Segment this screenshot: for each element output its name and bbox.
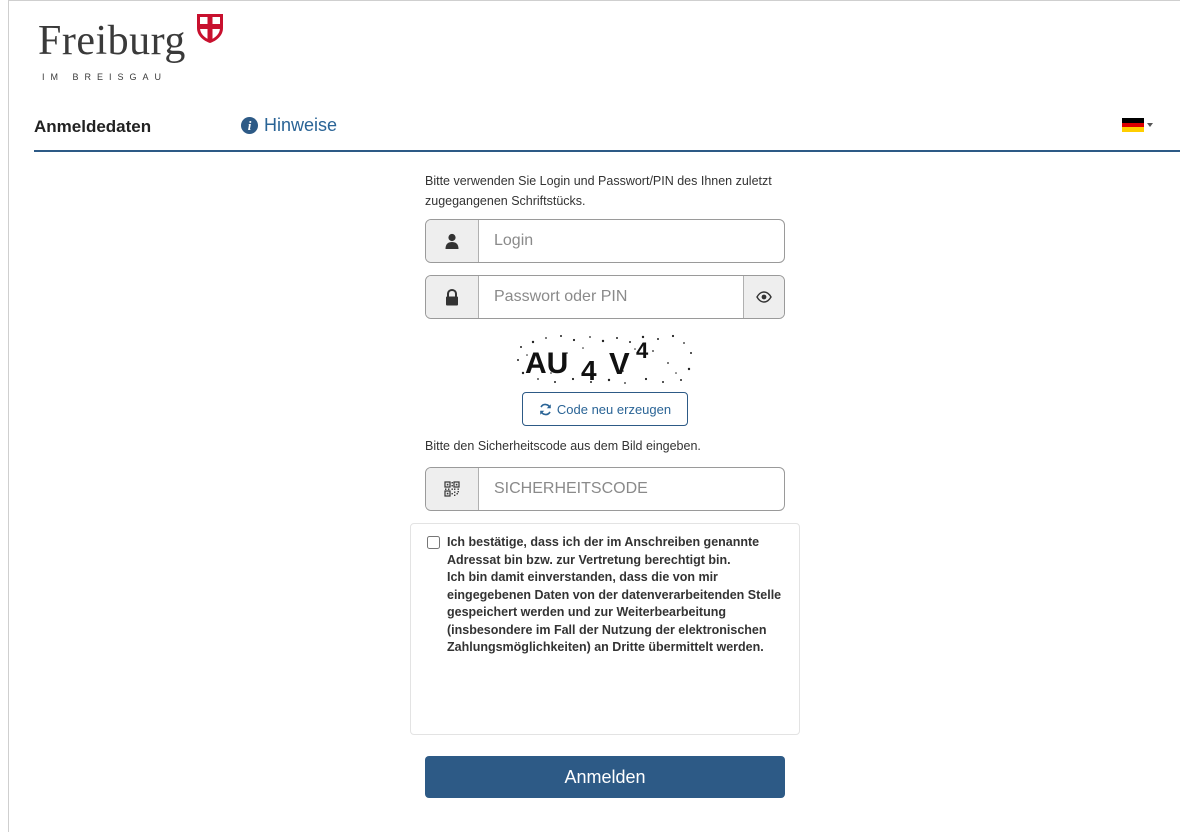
login-instructions: Bitte verwenden Sie Login und Passwort/P…: [425, 174, 772, 208]
consent-text[interactable]: Ich bestätige, dass ich der im Anschreib…: [447, 534, 797, 657]
coat-of-arms-icon: [197, 14, 223, 43]
consent-checkbox[interactable]: [427, 536, 440, 549]
window-border-top: [8, 0, 1180, 1]
consent-text-2: Ich bin damit einverstanden, dass die vo…: [447, 570, 782, 654]
login-input[interactable]: [479, 220, 784, 262]
info-icon: i: [241, 117, 258, 134]
show-password-button[interactable]: [743, 276, 784, 318]
refresh-captcha-label: Code neu erzeugen: [556, 401, 672, 417]
logo-subtitle: IM BREISGAU: [42, 72, 168, 82]
tab-hinweise-label: Hinweise: [264, 115, 338, 135]
german-flag-icon: [1122, 118, 1144, 133]
tab-anmeldedaten[interactable]: Anmeldedaten: [34, 117, 151, 137]
chevron-down-icon: [1147, 123, 1153, 127]
svg-text:4: 4: [581, 355, 597, 385]
captcha-image: AU 4 V 4: [513, 333, 697, 385]
qr-code-icon: [426, 468, 479, 510]
refresh-icon: [540, 403, 551, 415]
svg-text:4: 4: [636, 338, 649, 363]
security-code-hint: Bitte den Sicherheitscode aus dem Bild e…: [425, 439, 701, 453]
security-code-input-group: [425, 467, 785, 511]
eye-icon: [756, 291, 772, 303]
language-dropdown[interactable]: [1122, 118, 1153, 133]
logo-wordmark: Freiburg: [38, 18, 186, 64]
window-border-left: [8, 0, 9, 832]
anmelden-button[interactable]: Anmelden: [425, 756, 785, 798]
security-code-input[interactable]: [479, 468, 784, 510]
top-navigation: Anmeldedaten i Hinweise: [34, 106, 1180, 152]
user-icon: [426, 220, 479, 262]
refresh-captcha-button[interactable]: Code neu erzeugen: [522, 392, 688, 426]
svg-text:V: V: [609, 346, 630, 381]
login-input-group: [425, 219, 785, 263]
consent-box: Ich bestätige, dass ich der im Anschreib…: [410, 523, 800, 735]
tab-hinweise[interactable]: i Hinweise: [241, 115, 337, 136]
svg-text:AU: AU: [525, 347, 568, 380]
lock-icon: [426, 276, 479, 318]
password-input[interactable]: [479, 276, 743, 318]
password-input-group: [425, 275, 785, 319]
consent-text-1: Ich bestätige, dass ich der im Anschreib…: [447, 535, 760, 567]
freiburg-logo: Freiburg IM BREISGAU: [38, 14, 248, 84]
